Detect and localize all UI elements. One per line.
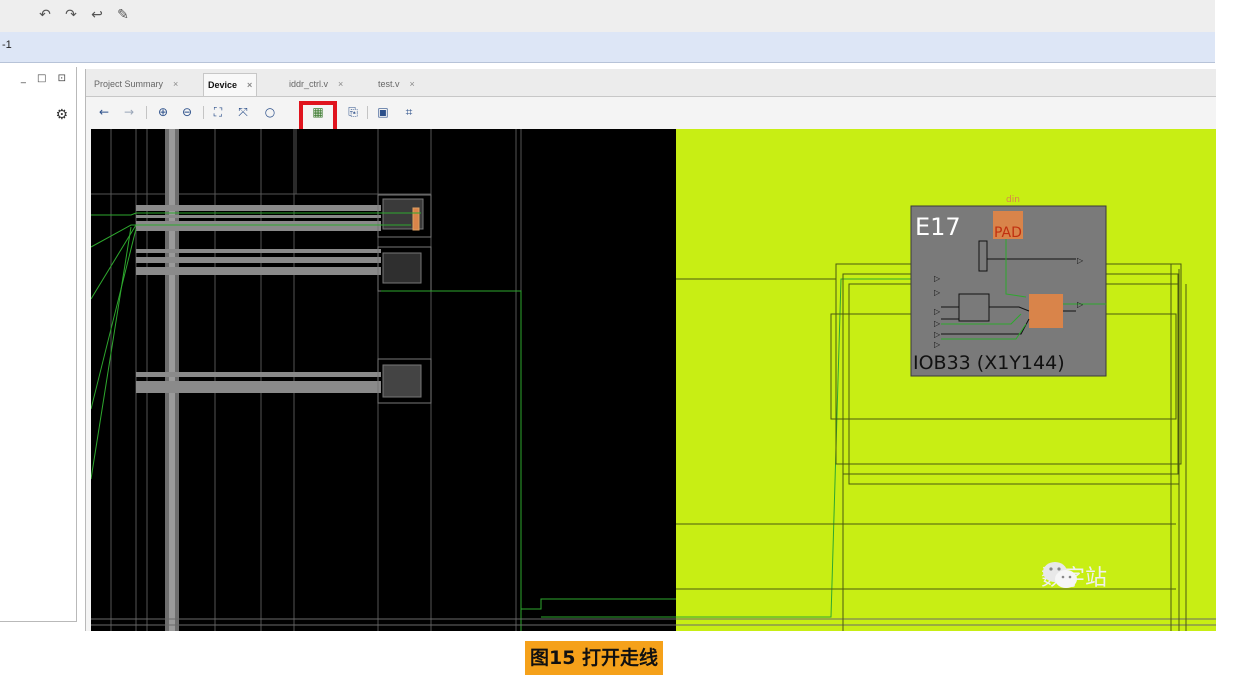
back-icon[interactable]: ↩ bbox=[88, 6, 106, 24]
watermark: 数字站 bbox=[1041, 560, 1107, 592]
close-icon[interactable]: × bbox=[247, 80, 252, 90]
svg-text:▷: ▷ bbox=[934, 340, 941, 349]
tab-project-summary[interactable]: Project Summary × bbox=[90, 73, 182, 95]
back-arrow-icon[interactable]: ← bbox=[96, 104, 112, 120]
routing-grid bbox=[91, 129, 522, 631]
flow-status-bar: -1 bbox=[0, 32, 1215, 63]
gear-icon[interactable]: ⚙ bbox=[55, 107, 68, 123]
sources-panel: _ □ ⊡ ⚙ bbox=[0, 67, 77, 622]
editor-tabbar: Project Summary × Device × iddr_ctrl.v × te… bbox=[86, 69, 1216, 97]
site-name: E17 bbox=[915, 213, 961, 241]
site-boxes bbox=[377, 194, 432, 404]
toolbar-separator bbox=[367, 106, 368, 119]
tab-test[interactable]: test.v × bbox=[374, 73, 419, 95]
pad-label: PAD bbox=[994, 225, 1022, 241]
device-canvas[interactable]: ▷ ▷ ▷ ▷ ▷ ▷ ▷ ▷ din PAD E17 IOB33 (X1Y14… bbox=[91, 129, 1216, 631]
undo-icon[interactable]: ↶ bbox=[36, 6, 54, 24]
tab-device[interactable]: Device × bbox=[203, 73, 258, 96]
toolbar-separator bbox=[146, 106, 147, 119]
zoom-out-icon[interactable]: ⊖ bbox=[179, 104, 195, 120]
svg-text:▷: ▷ bbox=[934, 288, 941, 297]
fit-view-icon[interactable]: ⛶ bbox=[210, 104, 226, 120]
device-view-toolbar: ← → ⊕ ⊖ ⛶ ⤧ ○ ▦ ⎘ ▣ ⌗ bbox=[86, 97, 1216, 127]
svg-text:▷: ▷ bbox=[934, 319, 941, 328]
wechat-icon bbox=[1043, 562, 1077, 588]
tab-iddr-ctrl[interactable]: iddr_ctrl.v × bbox=[285, 73, 347, 95]
pin-label: din bbox=[1006, 195, 1020, 205]
svg-text:▷: ▷ bbox=[1077, 256, 1084, 265]
selected-pad-marker bbox=[412, 207, 420, 231]
net-icon[interactable]: ⎘ bbox=[345, 104, 361, 120]
tab-label: test.v bbox=[378, 79, 400, 89]
svg-text:▷: ▷ bbox=[934, 274, 941, 283]
close-icon[interactable]: × bbox=[173, 79, 178, 89]
tab-label: Device bbox=[208, 80, 238, 90]
toolbar-separator bbox=[203, 106, 204, 119]
tile-label: IOB33 (X1Y144) bbox=[913, 352, 1065, 374]
forward-arrow-icon[interactable]: → bbox=[121, 104, 137, 120]
close-icon[interactable]: × bbox=[410, 79, 415, 89]
tab-label: iddr_ctrl.v bbox=[289, 79, 329, 89]
vertical-bus-core bbox=[169, 129, 175, 631]
iob-logic-box bbox=[1029, 294, 1063, 328]
svg-text:▷: ▷ bbox=[934, 307, 941, 316]
main-toolbar: ↶ ↷ ↩ ✎ bbox=[0, 0, 1215, 33]
device-panel: Project Summary × Device × iddr_ctrl.v × te… bbox=[85, 69, 1216, 631]
status-text: -1 bbox=[2, 39, 12, 51]
window-controls[interactable]: _ □ ⊡ bbox=[21, 73, 70, 84]
figure-caption: 图15 打开走线 bbox=[525, 641, 664, 675]
refresh-icon[interactable]: ○ bbox=[262, 104, 278, 120]
device-routing-view: ▷ ▷ ▷ ▷ ▷ ▷ ▷ ▷ din PAD E17 IOB33 (X1Y14… bbox=[91, 129, 1216, 631]
highlight-region bbox=[676, 129, 1216, 631]
tab-label: Project Summary bbox=[94, 79, 164, 89]
select-area-icon[interactable]: ▣ bbox=[375, 104, 391, 120]
redo-icon[interactable]: ↷ bbox=[62, 6, 80, 24]
close-icon[interactable]: × bbox=[338, 79, 343, 89]
svg-text:▷: ▷ bbox=[934, 330, 941, 339]
svg-text:▷: ▷ bbox=[1077, 300, 1084, 309]
zoom-in-icon[interactable]: ⊕ bbox=[155, 104, 171, 120]
pin-icon[interactable]: ✎ bbox=[114, 6, 132, 24]
mark-icon[interactable]: ⌗ bbox=[401, 104, 417, 120]
zoom-fit-selection-icon[interactable]: ⤧ bbox=[235, 104, 251, 120]
